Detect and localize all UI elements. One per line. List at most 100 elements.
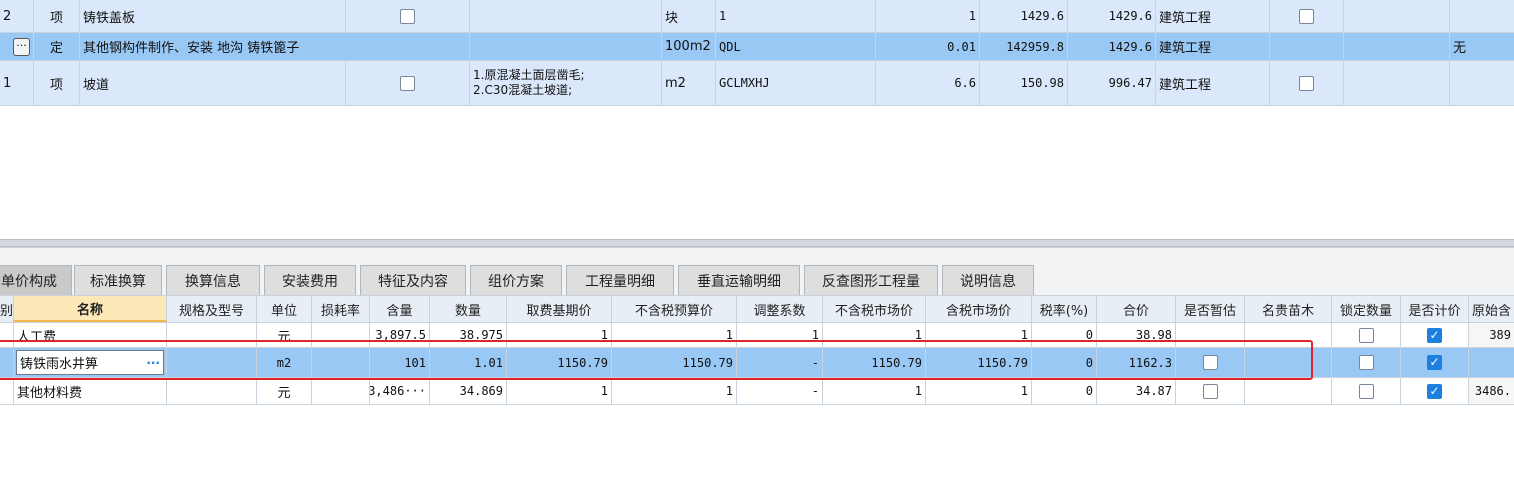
col-header[interactable]: 损耗率 [312,296,370,322]
row-total: 1429.6 [1068,33,1156,60]
checkbox[interactable] [1358,383,1374,399]
row-loss-rate [312,378,370,404]
row-name[interactable]: 其他材料费 [14,378,167,404]
row-category: 建筑工程 [1156,33,1270,60]
row-empty [1270,33,1344,60]
row-total: 34.87 [1097,378,1176,404]
col-header[interactable]: 规格及型号 [167,296,257,322]
row-last [1450,0,1514,32]
row-unit: 块 [662,0,716,32]
row-priced-cell: ✓ [1401,348,1469,377]
tab-pricing-plan[interactable]: 组价方案 [470,265,562,295]
row-lock-qty-cell [1332,323,1401,347]
checkbox[interactable] [1358,327,1374,343]
row-spec: 1.原混凝土面层凿毛; 2.C30混凝土坡道; [470,61,662,105]
row-unit: 100m2 [662,33,716,60]
row-priced-cell: ✓ [1401,378,1469,404]
row-name[interactable]: 其他钢构件制作、安装 地沟 铸铁篦子 [80,33,470,60]
spec-line: 2.C30混凝土坡道; [473,83,573,97]
col-header[interactable]: 取费基期价 [507,296,612,322]
col-header[interactable]: 含量 [370,296,430,322]
more-button[interactable]: ··· [13,37,30,56]
highlight-box [0,340,1313,380]
col-header[interactable]: 调整系数 [737,296,823,322]
table-row-selected[interactable]: ··· 定 其他钢构件制作、安装 地沟 铸铁篦子 100m2 QDL 0.01 … [0,33,1514,61]
col-header[interactable]: 别 [0,296,14,322]
row-lock-qty-cell [1332,348,1401,377]
row-spec [470,33,662,60]
col-header[interactable]: 数量 [430,296,507,322]
row-seq-cell: ··· [0,33,34,60]
row-empty [1344,0,1450,32]
row-ratio: 0.01 [876,33,980,60]
row-seq: 1 [0,61,34,105]
row-checkbox-cell [1270,0,1344,32]
temp-estimate-cell [346,61,470,105]
tab-standard-conversion[interactable]: 标准换算 [74,265,162,295]
tab-vertical-transport-detail[interactable]: 垂直运输明细 [678,265,800,295]
col-header[interactable]: 原始含 [1469,296,1514,322]
col-header[interactable]: 不含税预算价 [612,296,737,322]
checkbox[interactable] [1202,383,1218,399]
splitter[interactable] [0,239,1514,247]
row-expr[interactable]: GCLMXHJ [716,61,876,105]
col-header[interactable]: 单位 [257,296,312,322]
checkbox-checked[interactable]: ✓ [1427,327,1442,343]
col-header[interactable]: 名贵苗木 [1245,296,1332,322]
row-original-content: 389 [1469,323,1514,347]
row-price: 150.98 [980,61,1068,105]
row-type: 项 [34,61,80,105]
row-market-price[interactable]: 1 [823,378,926,404]
row-expr[interactable]: QDL [716,33,876,60]
tab-conversion-info[interactable]: 换算信息 [166,265,260,295]
tab-unit-price-composition[interactable]: 单价构成 [0,265,72,295]
tab-features-content[interactable]: 特征及内容 [360,265,466,295]
col-header[interactable]: 是否暂估 [1176,296,1245,322]
temp-estimate-cell [346,0,470,32]
upper-table: 2 项 铸铁盖板 块 1 1 1429.6 1429.6 建筑工程 ··· 定 … [0,0,1514,106]
row-unit: 元 [257,378,312,404]
table-row[interactable]: 2 项 铸铁盖板 块 1 1 1429.6 1429.6 建筑工程 [0,0,1514,33]
row-unit: m2 [662,61,716,105]
col-header-name[interactable]: 名称 [14,296,167,322]
checkbox[interactable] [1358,355,1374,370]
col-header[interactable]: 含税市场价 [926,296,1032,322]
row-total: 1429.6 [1068,0,1156,32]
col-header[interactable]: 不含税市场价 [823,296,926,322]
checkbox-checked[interactable]: ✓ [1427,383,1442,399]
row-rare-plant [1245,378,1332,404]
row-name[interactable]: 坡道 [80,61,346,105]
row-content[interactable]: 3,486··· [370,378,430,404]
col-header[interactable]: 合价 [1097,296,1176,322]
row-price: 1429.6 [980,0,1068,32]
tab-reverse-graphic-quantity[interactable]: 反查图形工程量 [804,265,938,295]
row-temp-estimate-cell [1176,378,1245,404]
checkbox-checked[interactable]: ✓ [1427,355,1442,370]
row-qty[interactable]: 34.869 [430,378,507,404]
col-header[interactable]: 是否计价 [1401,296,1469,322]
row-market-price-tax[interactable]: 1 [926,378,1032,404]
checkbox[interactable] [1299,8,1314,24]
tab-installation-fee[interactable]: 安装费用 [264,265,356,295]
row-ratio: 6.6 [876,61,980,105]
checkbox[interactable] [400,75,415,91]
row-spec [470,0,662,32]
tab-description[interactable]: 说明信息 [942,265,1034,295]
row-original-content [1469,348,1514,377]
checkbox[interactable] [400,8,415,24]
table-row[interactable]: 1 项 坡道 1.原混凝土面层凿毛; 2.C30混凝土坡道; m2 GCLMXH… [0,61,1514,106]
table-row[interactable]: 其他材料费 元 3,486··· 34.869 1 1 - 1 1 0 34.8… [0,378,1514,405]
col-header[interactable]: 锁定数量 [1332,296,1401,322]
row-name[interactable]: 铸铁盖板 [80,0,346,32]
row-type: 项 [34,0,80,32]
tab-quantity-detail[interactable]: 工程量明细 [566,265,674,295]
row-last: 无 [1453,41,1467,56]
row-seq: 2 [0,0,34,32]
checkbox[interactable] [1299,75,1314,91]
col-header[interactable]: 税率(%) [1032,296,1097,322]
row-expr[interactable]: 1 [716,0,876,32]
row-priced-cell: ✓ [1401,323,1469,347]
row-total: 996.47 [1068,61,1156,105]
row-spec [167,378,257,404]
row-ratio: 1 [876,0,980,32]
